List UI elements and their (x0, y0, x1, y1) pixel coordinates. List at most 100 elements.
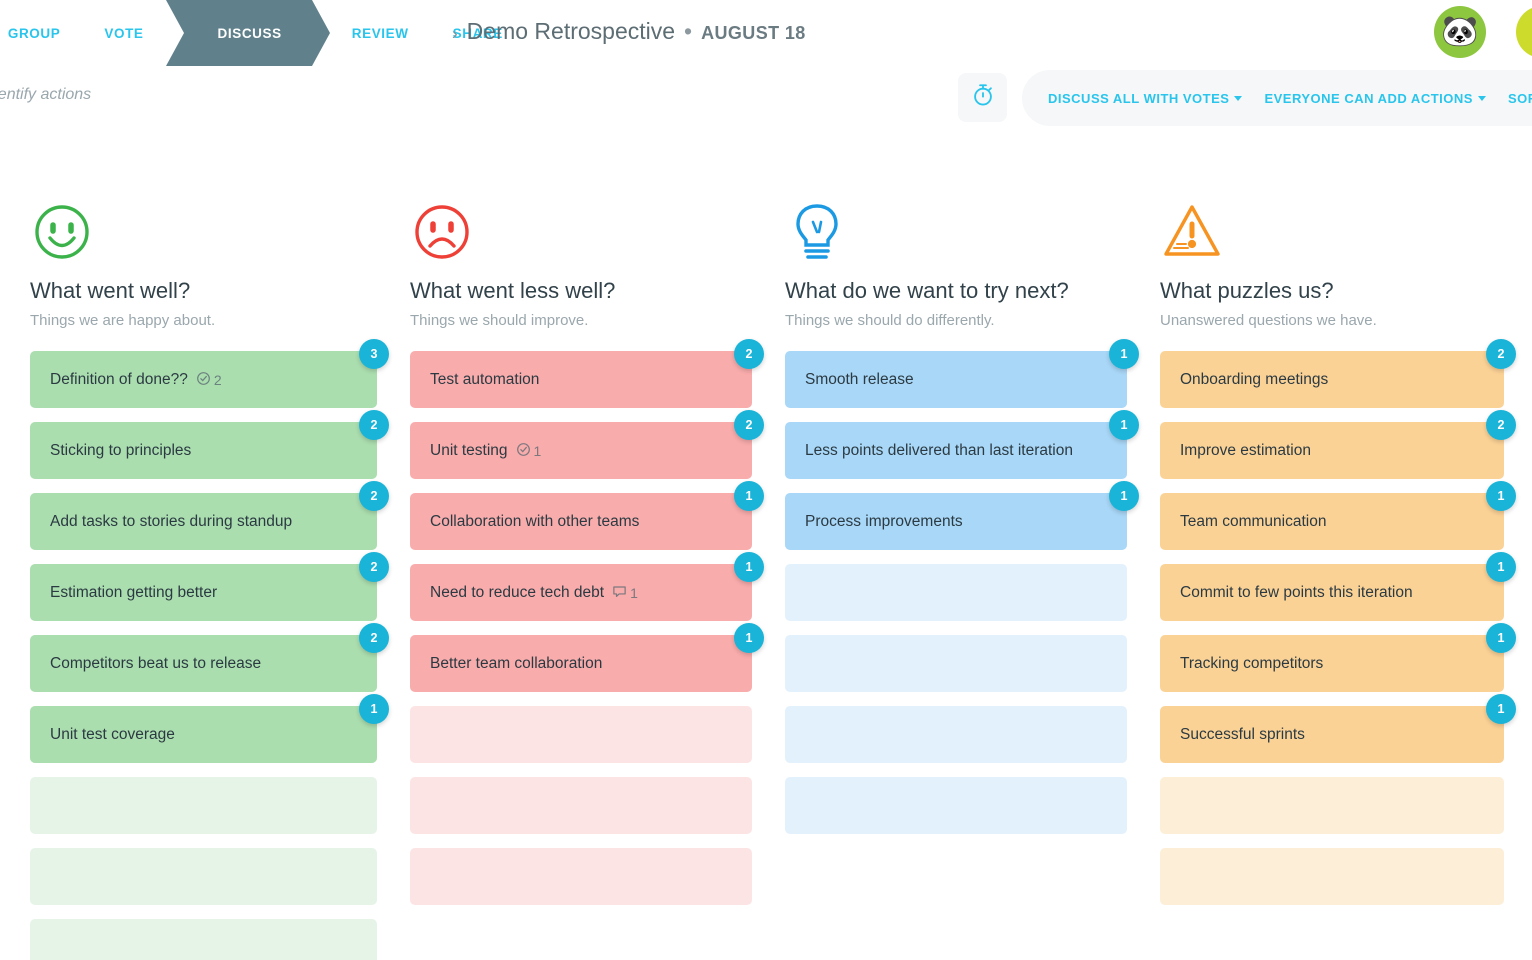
retro-card[interactable]: Better team collaboration 1 (410, 623, 764, 692)
vote-count-badge[interactable]: 3 (359, 339, 389, 369)
card-meta[interactable]: 1 (612, 584, 638, 602)
card-label: Smooth release (805, 370, 914, 388)
retro-card[interactable]: Unit testing 1 2 (410, 410, 764, 479)
vote-count-badge[interactable]: 2 (359, 481, 389, 511)
avatar-glyph: 🐼 (1441, 15, 1479, 48)
card-content: Improve estimation (1180, 442, 1311, 460)
empty-card-placeholder (30, 919, 377, 960)
column-title: What do we want to try next? (785, 278, 1069, 303)
vote-count-badge[interactable]: 1 (734, 552, 764, 582)
card-content: Smooth release (805, 371, 914, 389)
vote-count-badge[interactable]: 2 (359, 552, 389, 582)
retro-board: What went well? Things we are happy abou… (0, 140, 1532, 960)
retro-card[interactable]: Smooth release 1 (785, 339, 1139, 408)
retro-card[interactable]: Less points delivered than last iteratio… (785, 410, 1139, 479)
vote-count-badge[interactable]: 1 (734, 481, 764, 511)
retro-card[interactable]: Commit to few points this iteration 1 (1160, 552, 1516, 621)
retro-card[interactable]: Definition of done?? 2 3 (30, 339, 389, 408)
card-meta[interactable]: 2 (196, 371, 222, 389)
retro-card[interactable]: Process improvements 1 (785, 481, 1139, 550)
column-title: What went less well? (410, 278, 616, 303)
vote-count-badge[interactable]: 2 (359, 410, 389, 440)
card-content: Successful sprints (1180, 726, 1305, 744)
vote-count-badge[interactable]: 1 (359, 694, 389, 724)
title-separator: • (684, 18, 693, 44)
check-circle-icon (516, 442, 531, 460)
retro-column-1: What went less well? Things we should im… (405, 200, 780, 960)
toolbar-label: EVERYONE CAN ADD ACTIONS (1264, 90, 1473, 106)
card-content: Less points delivered than last iteratio… (805, 442, 1073, 460)
vote-count-badge[interactable]: 2 (734, 410, 764, 440)
vote-count-badge[interactable]: 2 (1486, 339, 1516, 369)
vote-count-badge[interactable]: 1 (1486, 552, 1516, 582)
phase-instruction: d identify actions (0, 86, 92, 103)
column-subtitle: Things we should do differently. (785, 312, 995, 329)
vote-count-badge[interactable]: 1 (1486, 623, 1516, 653)
phase-tab-review[interactable]: REVIEW (330, 0, 431, 66)
retro-card[interactable]: Test automation 2 (410, 339, 764, 408)
retro-card[interactable]: Successful sprints 1 (1160, 694, 1516, 763)
toolbar-dropdown-2[interactable]: SORT BY VOTES (1508, 91, 1532, 106)
card-content: Better team collaboration (430, 655, 602, 673)
retro-card[interactable]: Improve estimation 2 (1160, 410, 1516, 479)
toolbar-dropdown-1[interactable]: EVERYONE CAN ADD ACTIONS (1264, 90, 1486, 106)
card-content: Test automation (430, 371, 539, 389)
retro-card[interactable]: Add tasks to stories during standup 2 (30, 481, 389, 550)
card-label: Add tasks to stories during standup (50, 512, 293, 530)
retro-card[interactable]: Sticking to principles 2 (30, 410, 389, 479)
column-subtitle: Things we should improve. (410, 312, 589, 329)
card-meta-count: 2 (213, 371, 222, 388)
toolbar-label: SORT BY VOTES (1507, 90, 1532, 106)
card-label: Unit testing (430, 441, 508, 459)
chevron-down-icon (1477, 96, 1486, 101)
card-content: Process improvements (805, 513, 963, 531)
vote-count-badge[interactable]: 2 (359, 623, 389, 653)
timer-button[interactable] (958, 73, 1007, 122)
toolbar-dropdown-0[interactable]: DISCUSS ALL WITH VOTES (1048, 91, 1243, 106)
empty-card-placeholder (785, 564, 1127, 621)
smiley-face-icon (30, 200, 377, 264)
retro-card[interactable]: Estimation getting better 2 (30, 552, 389, 621)
retro-card[interactable]: Collaboration with other teams 1 (410, 481, 764, 550)
card-meta-count: 1 (533, 442, 542, 459)
card-label: Successful sprints (1180, 725, 1305, 743)
retro-card[interactable]: Onboarding meetings 2 (1160, 339, 1516, 408)
card-label: Tracking competitors (1180, 654, 1324, 672)
phase-tab-vote[interactable]: VOTE (82, 0, 165, 66)
phase-tab-discuss[interactable]: DISCUSS (165, 0, 331, 66)
vote-count-badge[interactable]: 1 (1109, 410, 1139, 440)
empty-card-placeholder (785, 635, 1127, 692)
second-avatar[interactable] (1516, 6, 1532, 58)
retro-card[interactable]: Competitors beat us to release 2 (30, 623, 389, 692)
card-content: Definition of done?? 2 (50, 371, 222, 389)
vote-count-badge[interactable]: 2 (734, 339, 764, 369)
column-title: What went well? (30, 278, 191, 303)
vote-count-badge[interactable]: 1 (1486, 481, 1516, 511)
retro-column-0: What went well? Things we are happy abou… (0, 200, 405, 960)
vote-count-badge[interactable]: 1 (1109, 339, 1139, 369)
phase-nav: MGROUPVOTEDISCUSSREVIEWSHARE (0, 0, 525, 66)
board-title: › Demo Retrospective • AUGUST 18 (452, 18, 806, 45)
card-content: Team communication (1180, 513, 1326, 531)
card-label: Better team collaboration (430, 654, 603, 672)
retro-card[interactable]: Need to reduce tech debt 1 1 (410, 552, 764, 621)
card-content: Sticking to principles (50, 442, 191, 460)
expand-caret-icon[interactable]: › (452, 24, 458, 44)
panda-avatar[interactable]: 🐼 (1434, 6, 1486, 58)
card-content: Commit to few points this iteration (1180, 584, 1413, 602)
phase-tab-group[interactable]: GROUP (0, 0, 82, 66)
vote-count-badge[interactable]: 2 (1486, 410, 1516, 440)
card-label: Test automation (430, 370, 540, 388)
retro-card[interactable]: Unit test coverage 1 (30, 694, 389, 763)
card-meta[interactable]: 1 (516, 442, 542, 460)
card-content: Add tasks to stories during standup (50, 513, 292, 531)
vote-count-badge[interactable]: 1 (734, 623, 764, 653)
vote-count-badge[interactable]: 1 (1109, 481, 1139, 511)
card-content: Unit test coverage (50, 726, 175, 744)
card-meta-count: 1 (630, 584, 638, 601)
retro-card[interactable]: Tracking competitors 1 (1160, 623, 1516, 692)
retro-column-3: What puzzles us? Unanswered questions we… (1155, 200, 1532, 960)
vote-count-badge[interactable]: 1 (1486, 694, 1516, 724)
card-content: Estimation getting better (50, 584, 217, 602)
retro-card[interactable]: Team communication 1 (1160, 481, 1516, 550)
